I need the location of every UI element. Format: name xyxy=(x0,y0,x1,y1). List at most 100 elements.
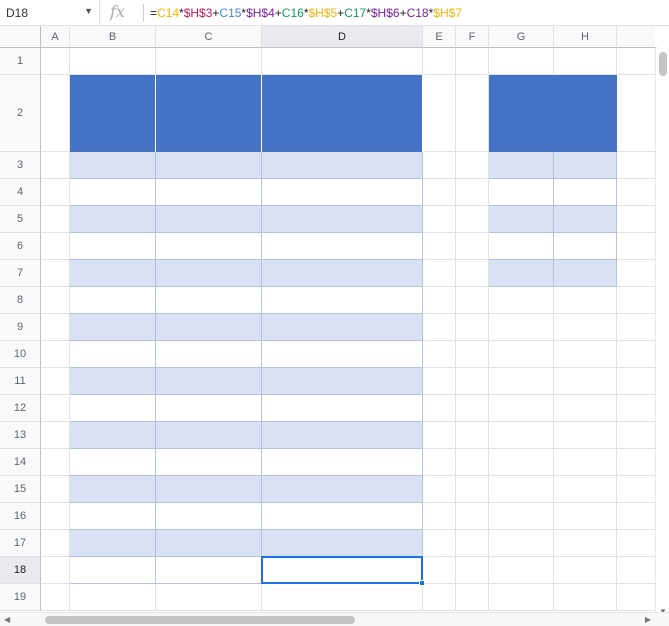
table-cell-close[interactable] xyxy=(156,422,262,449)
weight-label[interactable] xyxy=(489,206,554,233)
table-cell-date[interactable] xyxy=(70,152,156,179)
table-cell-wma[interactable] xyxy=(262,206,423,233)
row-header-19[interactable]: 19 xyxy=(0,584,41,611)
weight-label[interactable] xyxy=(489,233,554,260)
table-cell-date[interactable] xyxy=(70,476,156,503)
weight-label[interactable] xyxy=(489,260,554,287)
formula-input[interactable]: =C14*$H$3+C15*$H$4+C16*$H$5+C17*$H$6+C18… xyxy=(150,6,462,20)
column-header-g[interactable]: G xyxy=(489,26,554,48)
table-cell-close[interactable] xyxy=(156,449,262,476)
vertical-scrollbar[interactable]: ▼ xyxy=(655,48,669,618)
row-header-8[interactable]: 8 xyxy=(0,287,41,314)
row-header-3[interactable]: 3 xyxy=(0,152,41,179)
table-cell-wma[interactable] xyxy=(262,341,423,368)
table-cell-close[interactable] xyxy=(156,557,262,584)
table-cell-close[interactable] xyxy=(156,341,262,368)
weight-value[interactable] xyxy=(554,152,617,179)
table-cell-close[interactable] xyxy=(156,206,262,233)
table-cell-close[interactable] xyxy=(156,260,262,287)
table-cell-wma[interactable] xyxy=(262,395,423,422)
row-header-1[interactable]: 1 xyxy=(0,48,41,75)
formula-token: $H$5 xyxy=(308,6,338,20)
table-cell-wma[interactable] xyxy=(262,368,423,395)
table-cell-wma[interactable] xyxy=(262,449,423,476)
table-cell-date[interactable] xyxy=(70,530,156,557)
scroll-right-icon[interactable]: ▶ xyxy=(645,615,651,624)
row-header-17[interactable]: 17 xyxy=(0,530,41,557)
table-cell-close[interactable] xyxy=(156,395,262,422)
table-cell-wma[interactable] xyxy=(262,503,423,530)
name-box[interactable]: D18 ▼ xyxy=(0,0,100,26)
table-cell-date[interactable] xyxy=(70,233,156,260)
table-cell-wma[interactable] xyxy=(262,422,423,449)
row-header-4[interactable]: 4 xyxy=(0,179,41,206)
weight-value[interactable] xyxy=(554,206,617,233)
row-header-7[interactable]: 7 xyxy=(0,260,41,287)
table-cell-wma[interactable] xyxy=(262,314,423,341)
table-cell-close[interactable] xyxy=(156,530,262,557)
table-cell-date[interactable] xyxy=(70,557,156,584)
row-header-16[interactable]: 16 xyxy=(0,503,41,530)
table-cell-close[interactable] xyxy=(156,233,262,260)
table-cell-close[interactable] xyxy=(156,152,262,179)
row-header-2[interactable]: 2 xyxy=(0,75,41,152)
column-header-b[interactable]: B xyxy=(70,26,156,48)
weight-label[interactable] xyxy=(489,179,554,206)
table-cell-date[interactable] xyxy=(70,260,156,287)
table-cell-wma[interactable] xyxy=(262,233,423,260)
table-cell-date[interactable] xyxy=(70,287,156,314)
row-header-14[interactable]: 14 xyxy=(0,449,41,476)
column-header-f[interactable]: F xyxy=(456,26,489,48)
table-cell-date[interactable] xyxy=(70,422,156,449)
table-cell-wma[interactable] xyxy=(262,287,423,314)
table-cell-wma[interactable] xyxy=(262,530,423,557)
row-header-5[interactable]: 5 xyxy=(0,206,41,233)
weight-value[interactable] xyxy=(554,260,617,287)
weights-header xyxy=(489,75,617,152)
table-cell-wma[interactable] xyxy=(262,557,423,584)
row-header-6[interactable]: 6 xyxy=(0,233,41,260)
table-cell-date[interactable] xyxy=(70,368,156,395)
column-header-a[interactable]: A xyxy=(41,26,70,48)
column-header-d[interactable]: D xyxy=(262,26,423,48)
horizontal-scroll-thumb[interactable] xyxy=(45,616,355,624)
table-cell-close[interactable] xyxy=(156,314,262,341)
table-cell-date[interactable] xyxy=(70,341,156,368)
weight-value[interactable] xyxy=(554,179,617,206)
scroll-left-icon[interactable]: ◀ xyxy=(4,615,10,624)
column-header-e[interactable]: E xyxy=(423,26,456,48)
name-box-value: D18 xyxy=(6,6,29,20)
horizontal-scrollbar[interactable]: ◀ ▶ xyxy=(0,612,669,626)
fill-handle[interactable] xyxy=(419,580,425,586)
row-header-9[interactable]: 9 xyxy=(0,314,41,341)
table-cell-close[interactable] xyxy=(156,179,262,206)
table-cell-date[interactable] xyxy=(70,179,156,206)
table-cell-date[interactable] xyxy=(70,395,156,422)
column-header-c[interactable]: C xyxy=(156,26,262,48)
table-cell-wma[interactable] xyxy=(262,152,423,179)
table-cell-wma[interactable] xyxy=(262,179,423,206)
table-cell-date[interactable] xyxy=(70,449,156,476)
table-cell-close[interactable] xyxy=(156,287,262,314)
table-cell-date[interactable] xyxy=(70,206,156,233)
row-header-13[interactable]: 13 xyxy=(0,422,41,449)
row-header-11[interactable]: 11 xyxy=(0,368,41,395)
table-cell-close[interactable] xyxy=(156,476,262,503)
table-cell-date[interactable] xyxy=(70,314,156,341)
formula-token: $H$4 xyxy=(246,6,275,20)
row-header-12[interactable]: 12 xyxy=(0,395,41,422)
table-cell-close[interactable] xyxy=(156,368,262,395)
weight-label[interactable] xyxy=(489,152,554,179)
row-header-18[interactable]: 18 xyxy=(0,557,41,584)
table-cell-wma[interactable] xyxy=(262,260,423,287)
chevron-down-icon[interactable]: ▼ xyxy=(84,6,93,16)
row-header-10[interactable]: 10 xyxy=(0,341,41,368)
column-header-h[interactable]: H xyxy=(554,26,617,48)
table-cell-close[interactable] xyxy=(156,503,262,530)
table-cell-date[interactable] xyxy=(70,503,156,530)
weight-value[interactable] xyxy=(554,233,617,260)
select-all-corner[interactable] xyxy=(0,26,41,48)
table-cell-wma[interactable] xyxy=(262,476,423,503)
vertical-scroll-thumb[interactable] xyxy=(659,52,667,76)
row-header-15[interactable]: 15 xyxy=(0,476,41,503)
